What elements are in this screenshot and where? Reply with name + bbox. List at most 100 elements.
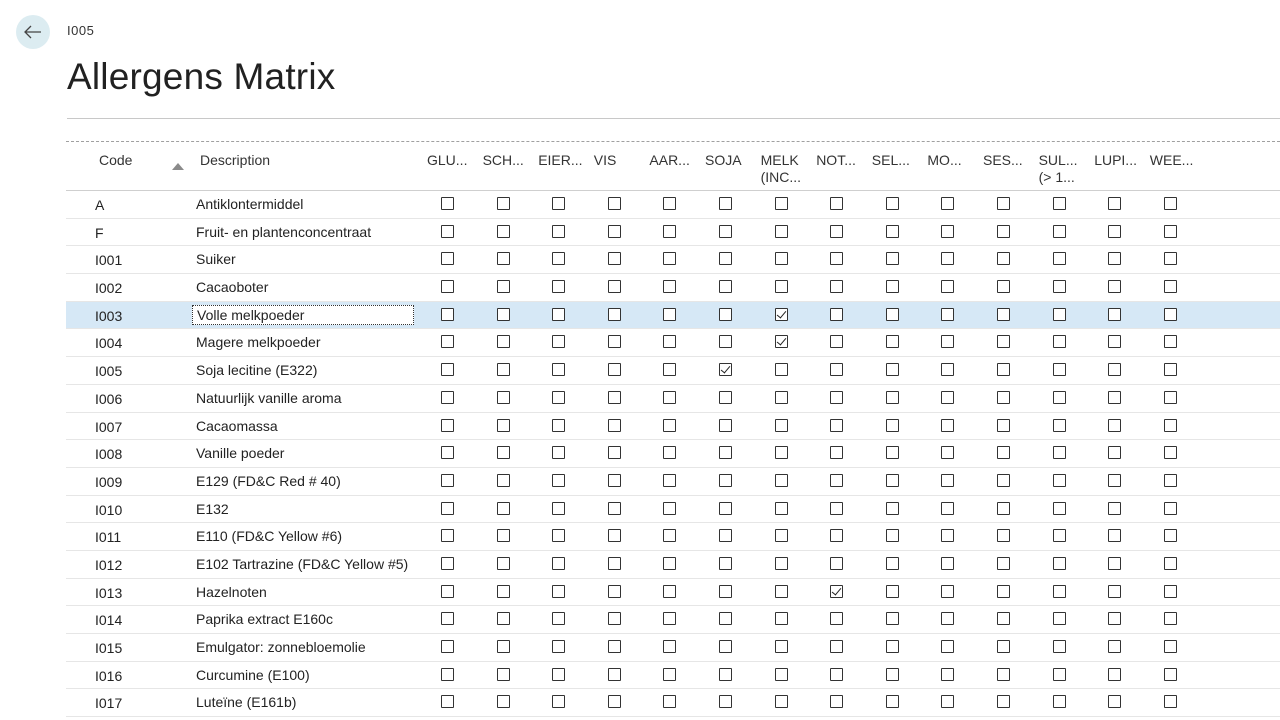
allergen-checkbox[interactable]	[607, 418, 621, 432]
allergen-checkbox[interactable]	[552, 556, 566, 570]
allergen-checkbox[interactable]	[997, 307, 1010, 321]
allergen-checkbox[interactable]	[1108, 473, 1122, 487]
allergen-checkbox[interactable]	[607, 280, 621, 294]
allergen-checkbox[interactable]	[496, 280, 510, 294]
allergen-checkbox[interactable]	[552, 224, 566, 238]
allergen-checkbox[interactable]	[663, 640, 677, 653]
allergen-checkbox[interactable]	[663, 667, 677, 681]
allergen-checkbox[interactable]	[1052, 252, 1066, 266]
row-description[interactable]: E102 Tartrazine (FD&C Yellow #5)	[192, 554, 414, 574]
allergen-checkbox[interactable]	[496, 335, 510, 349]
allergen-checkbox[interactable]	[719, 667, 732, 681]
allergen-checkbox[interactable]	[607, 252, 621, 266]
allergen-checkbox[interactable]	[663, 307, 677, 321]
allergen-checkbox[interactable]	[941, 584, 955, 598]
row-description[interactable]: E129 (FD&C Red # 40)	[192, 471, 414, 491]
column-header-code[interactable]: Code	[99, 152, 132, 169]
allergen-checkbox[interactable]	[885, 252, 899, 266]
table-row[interactable]: I017 Luteïne (E161b)	[66, 689, 1280, 718]
row-code[interactable]: I016	[95, 668, 122, 684]
allergen-checkbox[interactable]	[885, 584, 899, 598]
table-row[interactable]: I009 E129 (FD&C Red # 40)	[66, 468, 1280, 496]
allergen-checkbox[interactable]	[1108, 501, 1122, 515]
allergen-checkbox[interactable]	[663, 390, 677, 404]
row-code[interactable]: I005	[95, 363, 122, 379]
allergen-checkbox[interactable]	[830, 224, 844, 238]
column-header-allergen[interactable]: SUL... (> 1...	[1039, 152, 1078, 186]
table-row[interactable]: I010 E132	[66, 496, 1280, 524]
row-description[interactable]: Paprika extract E160c	[192, 609, 414, 629]
column-header-allergen[interactable]: GLU...	[427, 152, 467, 169]
allergen-checkbox[interactable]	[1108, 640, 1122, 653]
allergen-checkbox[interactable]	[496, 390, 510, 404]
allergen-checkbox[interactable]	[1163, 584, 1177, 598]
allergen-checkbox[interactable]	[607, 612, 621, 626]
allergen-checkbox[interactable]	[1163, 390, 1177, 404]
allergen-checkbox[interactable]	[941, 363, 955, 377]
allergen-checkbox[interactable]	[1052, 584, 1066, 598]
allergen-checkbox[interactable]	[1163, 446, 1177, 460]
allergen-checkbox[interactable]	[885, 612, 899, 626]
allergen-checkbox[interactable]	[607, 667, 621, 681]
allergen-checkbox[interactable]	[997, 390, 1010, 404]
allergen-checkbox[interactable]	[1108, 667, 1122, 681]
allergen-checkbox[interactable]	[719, 473, 732, 487]
allergen-checkbox[interactable]	[1052, 667, 1066, 681]
row-code[interactable]: I006	[95, 391, 122, 407]
allergen-checkbox[interactable]	[552, 197, 566, 210]
allergen-checkbox[interactable]	[885, 224, 899, 238]
allergen-checkbox[interactable]	[441, 473, 454, 487]
allergen-checkbox[interactable]	[885, 473, 899, 487]
allergen-checkbox[interactable]	[1052, 335, 1066, 349]
allergen-checkbox[interactable]	[719, 501, 732, 515]
sort-ascending-icon[interactable]	[172, 163, 184, 170]
allergen-checkbox[interactable]	[885, 363, 899, 377]
allergen-checkbox[interactable]	[774, 280, 788, 294]
allergen-checkbox[interactable]	[1108, 363, 1122, 377]
allergen-checkbox[interactable]	[552, 418, 566, 432]
allergen-checkbox[interactable]	[719, 584, 732, 598]
allergen-checkbox[interactable]	[607, 501, 621, 515]
row-code[interactable]: A	[95, 197, 104, 213]
allergen-checkbox[interactable]	[885, 556, 899, 570]
row-code[interactable]: I009	[95, 474, 122, 490]
back-button[interactable]	[16, 15, 50, 49]
column-header-allergen[interactable]: VIS	[594, 152, 617, 169]
allergen-checkbox[interactable]	[1052, 280, 1066, 294]
allergen-checkbox[interactable]	[663, 556, 677, 570]
allergen-checkbox[interactable]	[830, 280, 844, 294]
column-header-allergen[interactable]: SEL...	[872, 152, 910, 169]
allergen-checkbox[interactable]	[719, 197, 732, 210]
allergen-checkbox[interactable]	[885, 501, 899, 515]
allergen-checkbox[interactable]	[774, 446, 788, 460]
row-code[interactable]: I015	[95, 640, 122, 656]
allergen-checkbox[interactable]	[719, 280, 732, 294]
allergen-checkbox[interactable]	[719, 335, 732, 349]
table-row[interactable]: I006 Natuurlijk vanille aroma	[66, 385, 1280, 413]
allergen-checkbox[interactable]	[830, 335, 844, 349]
allergen-checkbox[interactable]	[441, 307, 454, 321]
allergen-checkbox[interactable]	[1052, 501, 1066, 515]
allergen-checkbox[interactable]	[1163, 529, 1177, 543]
allergen-checkbox[interactable]	[441, 446, 454, 460]
allergen-checkbox[interactable]	[496, 695, 510, 709]
allergen-checkbox[interactable]	[1163, 363, 1177, 377]
allergen-checkbox[interactable]	[1163, 695, 1177, 709]
allergen-checkbox[interactable]	[997, 529, 1010, 543]
allergen-checkbox[interactable]	[1052, 197, 1066, 210]
table-row[interactable]: A Antiklontermiddel	[66, 191, 1280, 219]
allergen-checkbox[interactable]	[552, 667, 566, 681]
allergen-checkbox[interactable]	[830, 252, 844, 266]
allergen-checkbox[interactable]	[441, 501, 454, 515]
row-code[interactable]: I017	[95, 695, 122, 711]
column-header-allergen[interactable]: AAR...	[649, 152, 689, 169]
allergen-checkbox[interactable]	[774, 335, 788, 349]
allergen-checkbox[interactable]	[997, 197, 1010, 210]
row-description[interactable]: Fruit- en plantenconcentraat	[192, 222, 414, 242]
allergen-checkbox[interactable]	[774, 556, 788, 570]
allergen-checkbox[interactable]	[663, 695, 677, 709]
allergen-checkbox[interactable]	[552, 473, 566, 487]
allergen-checkbox[interactable]	[441, 612, 454, 626]
row-description[interactable]: Soja lecitine (E322)	[192, 360, 414, 380]
allergen-checkbox[interactable]	[1108, 612, 1122, 626]
